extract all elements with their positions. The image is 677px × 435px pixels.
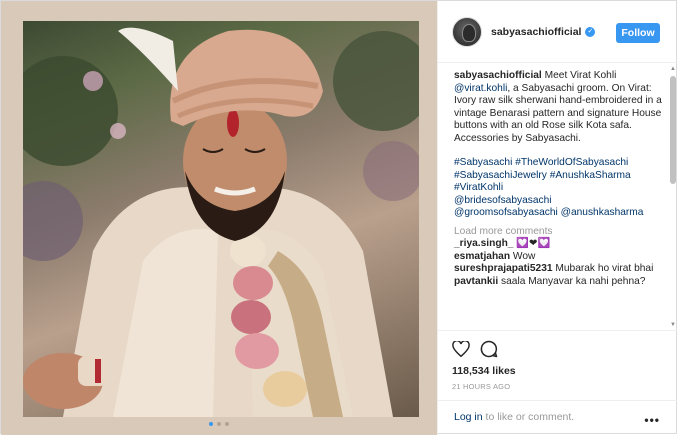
mention-link[interactable]: @bridesofsabyasachi bbox=[454, 195, 552, 206]
load-more-comments-link[interactable]: Load more comments bbox=[454, 226, 662, 239]
carousel-dot[interactable] bbox=[217, 422, 221, 426]
carousel-indicator[interactable] bbox=[209, 422, 229, 426]
post-header: sabyasachiofficial ✓ Follow bbox=[438, 1, 677, 63]
verified-badge-icon: ✓ bbox=[585, 26, 596, 37]
hashtag-link[interactable]: #AnushkaSharma bbox=[550, 170, 631, 181]
caption-text-groom: , a Sabyasachi groom. bbox=[507, 82, 609, 94]
comment-username[interactable]: _riya.singh_ bbox=[454, 238, 513, 249]
comment-username[interactable]: esmatjahan bbox=[454, 251, 510, 262]
instagram-post-embed: sabyasachiofficial ✓ Follow sabyasachiof… bbox=[0, 0, 677, 435]
carousel-dot[interactable] bbox=[225, 422, 229, 426]
heart-icon[interactable] bbox=[452, 339, 470, 360]
login-footer: Log in to like or comment. ••• bbox=[438, 400, 677, 435]
login-link[interactable]: Log in bbox=[454, 411, 483, 423]
header-username[interactable]: sabyasachiofficial bbox=[491, 26, 581, 38]
likes-count[interactable]: 118,534 likes bbox=[452, 365, 664, 377]
comments-list[interactable]: sabyasachiofficial Meet Virat Kohli @vir… bbox=[438, 64, 677, 330]
carousel-dot-active[interactable] bbox=[209, 422, 213, 426]
comment-item: esmatjahan Wow bbox=[454, 251, 662, 264]
comment-text: saala Manyavar ka nahi pehna? bbox=[501, 275, 646, 287]
hashtag-link[interactable]: #TheWorldOfSabyasachi bbox=[515, 157, 628, 168]
scroll-down-arrow-icon[interactable]: ▼ bbox=[670, 322, 676, 328]
comment-item: pavtankii saala Manyavar ka nahi pehna? bbox=[454, 276, 662, 289]
post-side-panel: sabyasachiofficial ✓ Follow sabyasachiof… bbox=[438, 1, 677, 435]
follow-button[interactable]: Follow bbox=[616, 23, 660, 43]
post-actions: 118,534 likes 21 HOURS AGO bbox=[438, 330, 677, 400]
scrollbar-thumb[interactable] bbox=[670, 76, 676, 184]
post-timestamp[interactable]: 21 HOURS AGO bbox=[452, 382, 664, 391]
comment-text: 💟❤💟 bbox=[516, 238, 551, 249]
scroll-up-arrow-icon[interactable]: ▲ bbox=[670, 66, 676, 72]
comment-item: _riya.singh_ 💟❤💟 bbox=[454, 238, 662, 251]
comment-item: sureshprajapati5231 Mubarak ho virat bha… bbox=[454, 263, 662, 276]
caption-mention[interactable]: @virat.kohli bbox=[454, 83, 507, 94]
login-prompt-text: to like or comment. bbox=[482, 411, 575, 423]
caption-tags: #Sabyasachi #TheWorldOfSabyasachi #Sabya… bbox=[454, 157, 662, 220]
mention-link[interactable]: @anushkasharma bbox=[561, 207, 644, 218]
more-options-icon[interactable]: ••• bbox=[644, 413, 660, 427]
hashtag-link[interactable]: #ViratKohli bbox=[454, 182, 503, 193]
post-photo[interactable] bbox=[23, 21, 419, 417]
comment-text: Mubarak ho virat bhai bbox=[555, 263, 654, 274]
hashtag-link[interactable]: #Sabyasachi bbox=[454, 157, 512, 168]
comments-scrollbar[interactable]: ▲ ▼ bbox=[670, 64, 676, 330]
mention-link[interactable]: @groomsofsabyasachi bbox=[454, 207, 558, 218]
action-icons bbox=[452, 339, 664, 361]
comment-username[interactable]: pavtankii bbox=[454, 276, 498, 287]
photo-illustration bbox=[23, 27, 419, 417]
avatar[interactable] bbox=[452, 16, 482, 47]
hashtag-link[interactable]: #SabyasachiJewelry bbox=[454, 170, 547, 181]
comment-text: Wow bbox=[512, 250, 536, 262]
comment-icon[interactable] bbox=[480, 340, 498, 361]
comment-username[interactable]: sureshprajapati5231 bbox=[454, 263, 553, 274]
caption: sabyasachiofficial Meet Virat Kohli @vir… bbox=[454, 70, 662, 145]
media-panel bbox=[1, 1, 438, 435]
caption-username[interactable]: sabyasachiofficial bbox=[454, 70, 542, 81]
caption-text-intro: Meet Virat Kohli bbox=[544, 70, 617, 81]
